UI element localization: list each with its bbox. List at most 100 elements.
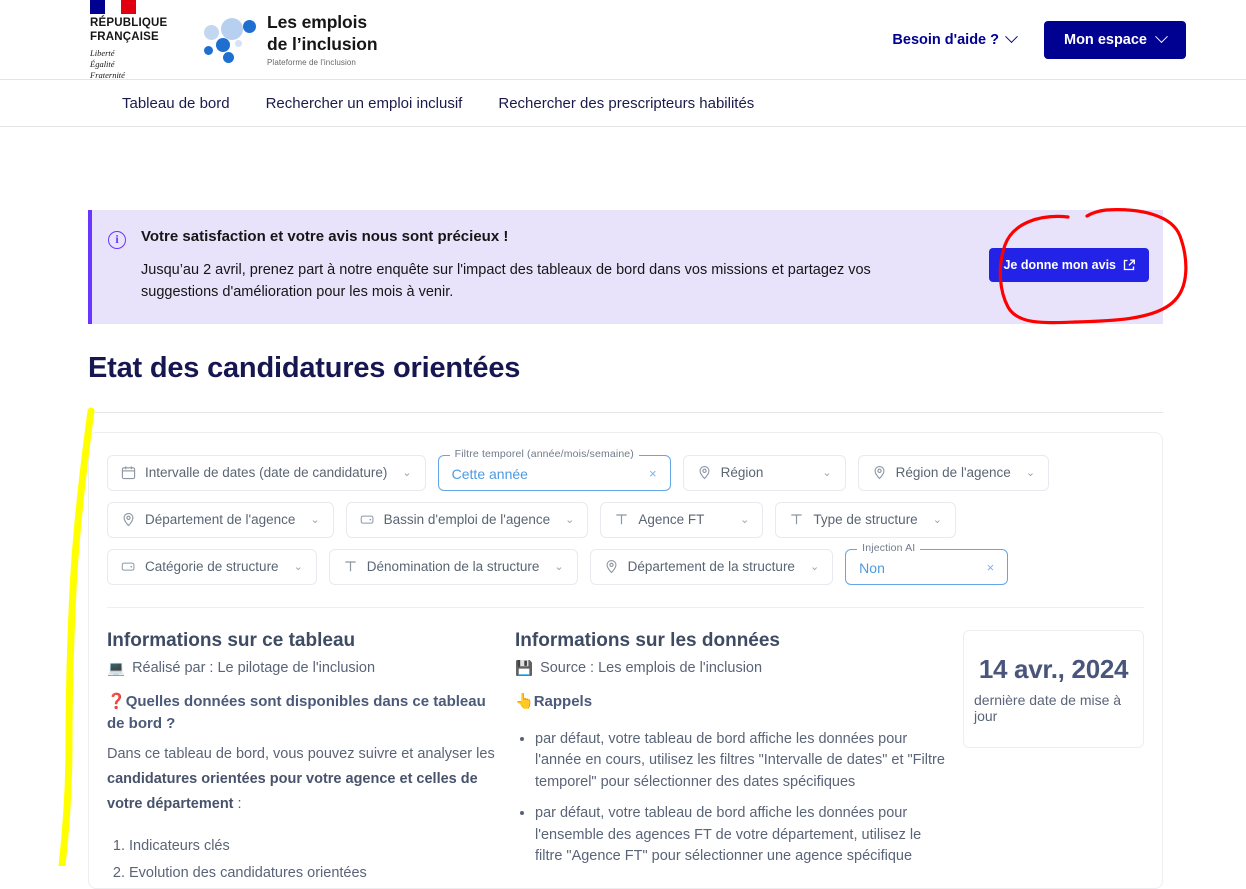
nav-item-rechercher-emploi[interactable]: Rechercher un emploi inclusif (264, 91, 465, 116)
external-link-icon (1123, 259, 1135, 271)
republique-line-1: RÉPUBLIQUE (90, 17, 168, 30)
text-icon (616, 514, 628, 525)
filter-departement-de-la-structure[interactable]: Département de la structure ⌄ (589, 548, 834, 585)
devise-fraternite: Fraternité (90, 69, 125, 80)
filter-value: Cette année (451, 465, 528, 482)
source-line: Source : Les emplois de l'inclusion (540, 659, 763, 676)
filter-region[interactable]: Région ⌄ (682, 454, 846, 491)
card-heading: Informations sur les données (515, 629, 780, 651)
filter-agence-ft[interactable]: Agence FT ⌄ (600, 501, 764, 538)
pointing-hand-icon: 👆 (515, 692, 534, 710)
tag-icon (121, 563, 135, 572)
main-navigation: Tableau de bord Rechercher un emploi inc… (0, 79, 1246, 127)
paragraph-post: : (233, 796, 242, 813)
laptop-icon: 💻 (107, 660, 126, 677)
filter-filtre-temporel[interactable]: Filtre temporel (année/mois/semaine) Cet… (437, 447, 671, 491)
account-menu-button[interactable]: Mon espace (1044, 20, 1186, 59)
text-icon (345, 561, 356, 572)
card-paragraph: Dans ce tableau de bord, vous pouvez sui… (107, 742, 497, 817)
filter-label: Catégorie de structure (145, 559, 279, 575)
author-line: Réalisé par : Le pilotage de l'inclusion (132, 659, 376, 676)
brand-tagline: Plateforme de l'inclusion (267, 57, 356, 67)
filter-denomination-de-la-structure[interactable]: Dénomination de la structure ⌄ (328, 548, 578, 585)
site-header: RÉPUBLIQUE FRANÇAISE Liberté Égalité Fra… (0, 0, 1246, 81)
filter-region-de-lagence[interactable]: Région de l'agence ⌄ (857, 454, 1050, 491)
pin-icon (874, 466, 885, 480)
filter-departement-de-lagence[interactable]: Département de l'agence ⌄ (107, 501, 334, 538)
card-question: Quelles données sont disponibles dans ce… (107, 692, 486, 732)
filter-bar: Intervalle de dates (date de candidature… (107, 447, 1144, 585)
card-last-update-date: 14 avr., 2024 dernière date de mise à jo… (963, 629, 1144, 748)
card-informations-tableau: Informations sur ce tableau 💻 Réalisé pa… (107, 630, 497, 888)
clear-filter-icon[interactable]: × (629, 466, 657, 481)
pin-icon (699, 466, 710, 480)
help-label: Besoin d'aide ? (892, 31, 999, 48)
card-informations-donnees: Informations sur les données 💾 Source : … (515, 630, 945, 877)
chevron-down-icon: ⌄ (932, 514, 942, 527)
give-feedback-button[interactable]: Je donne mon avis (989, 248, 1149, 282)
dashboard-panel: Intervalle de dates (date de candidature… (88, 431, 1163, 889)
floppy-disk-icon: 💾 (515, 660, 534, 677)
card-heading: Informations sur ce tableau (107, 629, 356, 651)
republique-francaise-logo: RÉPUBLIQUE FRANÇAISE Liberté Égalité Fra… (90, 0, 176, 81)
filter-label: Agence FT (638, 512, 705, 528)
clear-filter-icon[interactable]: × (967, 560, 995, 575)
devise-egalite: Égalité (90, 58, 115, 69)
chevron-down-icon: ⌄ (310, 514, 320, 527)
help-menu-button[interactable]: Besoin d'aide ? (892, 30, 1018, 48)
account-label: Mon espace (1064, 31, 1147, 48)
filter-label: Type de structure (813, 512, 918, 528)
filter-value: Non (859, 559, 885, 576)
card-bullet-list: par défaut, votre tableau de bord affich… (515, 729, 945, 869)
chevron-down-icon (1155, 30, 1168, 44)
notice-title: Votre satisfaction et votre avis nous so… (141, 228, 509, 245)
info-cards-row: Informations sur ce tableau 💻 Réalisé pa… (107, 608, 1144, 888)
chevron-down-icon: ⌄ (740, 514, 750, 527)
chevron-down-icon (1005, 30, 1018, 44)
filter-intervalle-de-dates[interactable]: Intervalle de dates (date de candidature… (107, 454, 426, 491)
nav-item-tableau-de-bord[interactable]: Tableau de bord (120, 91, 232, 116)
chevron-down-icon: ⌄ (554, 561, 564, 574)
filter-categorie-de-structure[interactable]: Catégorie de structure ⌄ (107, 548, 317, 585)
text-icon (791, 514, 803, 525)
list-item: Evolution des candidatures orientées (129, 862, 497, 884)
paragraph-bold: candidatures orientées pour votre agence… (107, 771, 478, 813)
filter-label: Intervalle de dates (date de candidature… (145, 465, 388, 481)
question-mark-icon: ❓ (107, 692, 126, 710)
last-update-date: 14 avr., 2024 (978, 653, 1129, 684)
filter-injection-ai[interactable]: Injection AI Non × (845, 541, 1009, 585)
french-flag-icon (90, 0, 136, 15)
header-brand-group: RÉPUBLIQUE FRANÇAISE Liberté Égalité Fra… (90, 0, 378, 81)
inclusion-dots-icon (204, 16, 256, 64)
paragraph-pre: Dans ce tableau de bord, vous pouvez sui… (107, 746, 495, 763)
calendar-icon (121, 466, 136, 480)
tag-icon (360, 516, 374, 525)
filter-label: Département de la structure (627, 559, 795, 575)
give-feedback-label: Je donne mon avis (1003, 258, 1116, 272)
filter-type-de-structure[interactable]: Type de structure ⌄ (775, 501, 956, 538)
chevron-down-icon: ⌄ (809, 561, 820, 574)
pin-icon (123, 513, 134, 527)
chevron-down-icon: ⌄ (822, 467, 832, 480)
filter-legend: Filtre temporel (année/mois/semaine) (449, 447, 639, 460)
chevron-down-icon: ⌄ (1025, 467, 1036, 480)
list-item: Indicateurs clés (129, 835, 497, 857)
chevron-down-icon: ⌄ (293, 561, 303, 574)
notice-text: Jusqu’au 2 avril, prenez part à notre en… (141, 262, 871, 301)
reminder-title: Rappels (533, 692, 593, 710)
devise-liberte: Liberté (90, 47, 115, 58)
header-actions: Besoin d'aide ? Mon espace (892, 20, 1186, 59)
filter-legend: Injection AI (857, 541, 921, 554)
nav-item-rechercher-prescripteurs[interactable]: Rechercher des prescripteurs habilités (496, 91, 756, 116)
survey-notice-banner: i Votre satisfaction et votre avis nous … (88, 210, 1163, 324)
platform-logo[interactable]: Les emplois de l’inclusion Plateforme de… (204, 12, 378, 67)
content-container: i Votre satisfaction et votre avis nous … (83, 210, 1163, 889)
filter-label: Département de l'agence (145, 512, 296, 528)
chevron-down-icon: ⌄ (565, 514, 575, 527)
page-title: Etat des candidatures orientées (88, 351, 521, 384)
republique-line-2: FRANÇAISE (90, 30, 159, 43)
pin-icon (606, 560, 617, 574)
page-body: i Votre satisfaction et votre avis nous … (0, 210, 1246, 889)
title-divider (88, 411, 1163, 413)
filter-bassin-demploi-de-lagence[interactable]: Bassin d'emploi de l'agence ⌄ (345, 501, 589, 538)
